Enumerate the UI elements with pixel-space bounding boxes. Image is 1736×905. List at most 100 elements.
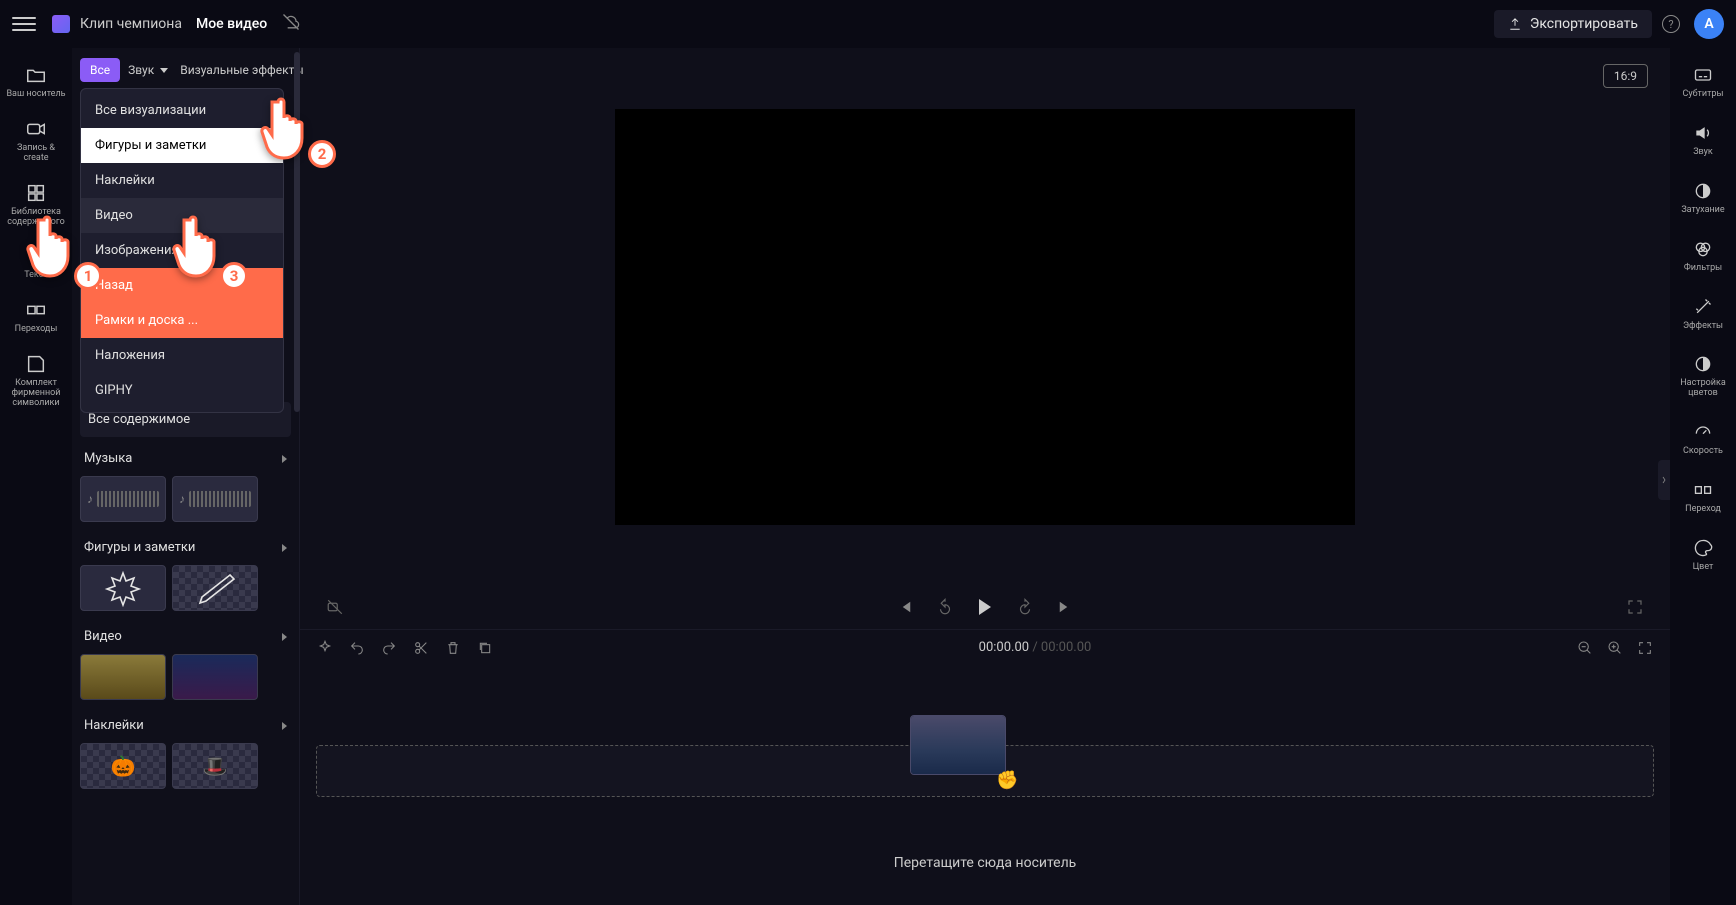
dd-giphy[interactable]: GIPHY [81,373,283,408]
rr-label: Переход [1685,505,1721,515]
sticker-thumb[interactable]: 🎩 [172,743,258,789]
brand-icon [25,353,47,375]
rr-subtitles[interactable]: Субтитры [1672,58,1734,106]
folder-icon [25,64,47,86]
video-thumb[interactable] [172,654,258,700]
section-stickers-label: Наклейки [84,718,144,733]
rr-label: Цвет [1693,563,1714,573]
camera-off-icon[interactable] [324,596,346,618]
export-button[interactable]: Экспортировать [1494,10,1652,38]
video-title[interactable]: Мое видео [196,16,267,32]
contrast-icon [1692,353,1714,375]
callout-pointer-3: 3 [168,210,232,286]
menu-button[interactable] [12,12,36,36]
fullscreen-button[interactable] [1624,596,1646,618]
undo-button[interactable] [348,639,366,657]
help-button[interactable]: ? [1662,15,1680,33]
effects-icon [1692,296,1714,318]
delete-button[interactable] [444,639,462,657]
fade-icon [1692,180,1714,202]
transition-icon [1692,479,1714,501]
dd-all-visual[interactable]: Все визуализации [81,93,283,128]
chevron-right-icon [282,455,287,463]
rr-label: Скорость [1683,447,1723,457]
rail-your-media[interactable]: Ваш носитель [2,56,70,108]
filter-all[interactable]: Все [80,58,120,82]
rr-filters[interactable]: Фильтры [1672,232,1734,280]
filter-sound-label: Звук [128,63,154,77]
redo-button[interactable] [380,639,398,657]
callout-badge: 3 [220,262,248,290]
zoom-in-button[interactable] [1606,639,1624,657]
music-thumb[interactable]: ♪ [172,476,258,522]
filter-visual-effects[interactable]: Визуальные эффекты [180,63,303,77]
rr-effects[interactable]: Эффекты [1672,290,1734,338]
speed-icon [1692,421,1714,443]
transitions-icon [25,299,47,321]
dd-overlays[interactable]: Наложения [81,338,283,373]
video-thumb[interactable] [80,654,166,700]
skip-start-button[interactable] [894,596,916,618]
rr-label: Субтитры [1683,90,1724,100]
rr-speed[interactable]: Скорость [1672,415,1734,463]
rail-label: Комплект фирменной символики [4,379,68,409]
duplicate-button[interactable] [476,639,494,657]
rr-color-adjust[interactable]: Настройка цветов [1672,347,1734,405]
callout-pointer-1: 1 [22,210,86,286]
app-logo [52,15,70,33]
section-music[interactable]: Музыка [80,443,291,474]
filters-icon [1692,238,1714,260]
skip-end-button[interactable] [1054,596,1076,618]
shape-thumb-burst[interactable] [80,565,166,611]
rr-transition[interactable]: Переход [1672,473,1734,521]
rr-label: Затухание [1681,206,1724,216]
shape-thumb-arrow[interactable] [172,565,258,611]
rr-audio[interactable]: Звук [1672,116,1734,164]
cloud-off-icon [281,12,301,36]
rail-record[interactable]: Запись & create [2,110,70,172]
rr-label: Звук [1693,148,1713,158]
subtitles-icon [1692,64,1714,86]
sticker-thumb[interactable]: 🎃 [80,743,166,789]
rail-label: Запись & create [17,144,55,164]
rr-label: Эффекты [1683,322,1723,332]
dd-shapes-notes[interactable]: Фигуры и заметки [81,128,283,163]
magic-button[interactable] [316,639,334,657]
note-icon: ♪ [87,492,93,506]
rr-label: Настройка цветов [1680,379,1726,399]
dd-stickers[interactable]: Наклейки [81,163,283,198]
chevron-right-icon [282,722,287,730]
rail-brand-kit[interactable]: Комплект фирменной символики [2,345,70,417]
library-icon [25,182,47,204]
palette-icon [1692,537,1714,559]
section-video[interactable]: Видео [80,621,291,652]
filter-sound[interactable]: Звук [120,58,176,82]
rail-transitions[interactable]: Переходы [2,291,70,343]
speaker-icon [1692,122,1714,144]
rr-color[interactable]: Цвет [1672,531,1734,579]
timecode-duration: 00:00.00 [1041,640,1091,655]
section-video-label: Видео [84,629,122,644]
note-icon: ♪ [179,492,185,506]
dd-frames[interactable]: Рамки и доска ... [81,303,283,338]
play-button[interactable] [974,596,996,618]
section-stickers[interactable]: Наклейки [80,710,291,741]
section-music-label: Музыка [84,451,132,466]
zoom-out-button[interactable] [1576,639,1594,657]
project-name: Клип чемпиона [80,16,182,32]
rr-label: Фильтры [1684,264,1722,274]
fit-button[interactable] [1636,639,1654,657]
music-thumb[interactable]: ♪ [80,476,166,522]
rr-fade[interactable]: Затухание [1672,174,1734,222]
aspect-ratio-button[interactable]: 16:9 [1603,64,1648,88]
chevron-down-icon [160,68,168,73]
section-shapes[interactable]: Фигуры и заметки [80,532,291,563]
preview-canvas [615,109,1355,525]
split-button[interactable] [412,639,430,657]
timeline-clip[interactable] [910,715,1006,775]
collapse-right-panel[interactable] [1658,460,1670,500]
rewind-button[interactable] [934,596,956,618]
section-shapes-label: Фигуры и заметки [84,540,195,555]
forward-button[interactable] [1014,596,1036,618]
avatar[interactable]: A [1694,9,1724,39]
